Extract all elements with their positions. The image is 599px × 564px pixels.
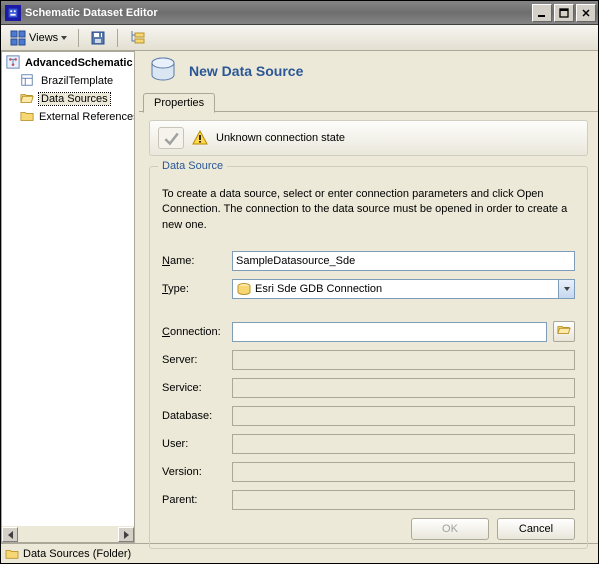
tree-horizontal-scrollbar[interactable] bbox=[2, 526, 134, 542]
page-title: New Data Source bbox=[189, 63, 303, 79]
database-label: Database: bbox=[162, 410, 226, 422]
window-title: Schematic Dataset Editor bbox=[25, 7, 532, 19]
checkmark-icon bbox=[158, 127, 184, 149]
scroll-left-button[interactable] bbox=[2, 527, 18, 542]
folder-closed-icon bbox=[20, 109, 34, 125]
folder-open-icon bbox=[556, 323, 572, 340]
views-menu[interactable]: Views bbox=[5, 27, 72, 49]
close-button[interactable] bbox=[576, 4, 596, 22]
views-icon bbox=[10, 30, 26, 46]
scroll-right-button[interactable] bbox=[118, 527, 134, 542]
scroll-track[interactable] bbox=[18, 527, 118, 542]
name-field[interactable] bbox=[232, 251, 575, 271]
server-label: Server: bbox=[162, 354, 226, 366]
tree-label: External References bbox=[37, 111, 134, 123]
connection-type-icon bbox=[236, 281, 252, 297]
type-combobox[interactable]: Esri Sde GDB Connection bbox=[232, 279, 575, 299]
warning-icon bbox=[192, 130, 208, 146]
data-source-groupbox: Data Source To create a data source, sel… bbox=[149, 166, 588, 549]
toolbar-separator bbox=[117, 29, 118, 47]
browse-button[interactable] bbox=[553, 321, 575, 342]
tab-properties[interactable]: Properties bbox=[143, 93, 215, 113]
folder-tree-icon bbox=[129, 30, 145, 46]
tree-item-datasources[interactable]: Data Sources bbox=[2, 90, 134, 108]
parent-label: Parent: bbox=[162, 494, 226, 506]
content-pane: New Data Source Properties Unknown conne… bbox=[139, 51, 598, 543]
version-field bbox=[232, 462, 575, 482]
tree-root[interactable]: AdvancedSchematic bbox=[2, 54, 134, 72]
tree-label: BrazilTemplate bbox=[39, 75, 115, 87]
schematic-icon bbox=[6, 55, 20, 71]
tree-label: AdvancedSchematic bbox=[23, 57, 134, 69]
service-field bbox=[232, 378, 575, 398]
name-label: Name: bbox=[162, 255, 226, 267]
tree-label: Data Sources bbox=[39, 93, 110, 105]
views-label: Views bbox=[29, 32, 58, 44]
service-label: Service: bbox=[162, 382, 226, 394]
user-field bbox=[232, 434, 575, 454]
app-icon bbox=[5, 5, 21, 21]
user-label: User: bbox=[162, 438, 226, 450]
maximize-button[interactable] bbox=[554, 4, 574, 22]
connection-status-banner: Unknown connection state bbox=[149, 120, 588, 156]
database-field bbox=[232, 406, 575, 426]
folder-open-icon bbox=[20, 91, 36, 107]
toolbar-extra-button[interactable] bbox=[124, 27, 150, 49]
groupbox-legend: Data Source bbox=[158, 160, 227, 172]
chevron-down-icon[interactable] bbox=[558, 280, 574, 298]
tab-strip: Properties bbox=[139, 93, 598, 112]
minimize-button[interactable] bbox=[532, 4, 552, 22]
tab-label: Properties bbox=[154, 97, 204, 109]
status-text: Unknown connection state bbox=[216, 132, 345, 144]
template-icon bbox=[20, 73, 36, 89]
datasource-header-icon bbox=[147, 55, 179, 87]
toolbar: Views bbox=[1, 25, 598, 51]
tree-item-externalreferences[interactable]: External References bbox=[2, 108, 134, 126]
title-bar: Schematic Dataset Editor bbox=[1, 1, 598, 25]
connection-label: Connection: bbox=[162, 326, 226, 338]
server-field bbox=[232, 350, 575, 370]
chevron-down-icon bbox=[61, 36, 67, 40]
type-value: Esri Sde GDB Connection bbox=[255, 283, 558, 295]
parent-field bbox=[232, 490, 575, 510]
toolbar-separator bbox=[78, 29, 79, 47]
status-text: Data Sources (Folder) bbox=[23, 548, 131, 560]
ok-button[interactable]: OK bbox=[411, 518, 489, 540]
connection-field[interactable] bbox=[232, 322, 547, 342]
save-button[interactable] bbox=[85, 27, 111, 49]
folder-closed-icon bbox=[5, 548, 19, 560]
tree-item-braziltemplate[interactable]: BrazilTemplate bbox=[2, 72, 134, 90]
save-icon bbox=[90, 30, 106, 46]
cancel-button[interactable]: Cancel bbox=[497, 518, 575, 540]
version-label: Version: bbox=[162, 466, 226, 478]
instructions-text: To create a data source, select or enter… bbox=[162, 187, 575, 233]
tree-panel: AdvancedSchematic BrazilTemplate Data So… bbox=[1, 51, 135, 543]
type-label: Type: bbox=[162, 283, 226, 295]
